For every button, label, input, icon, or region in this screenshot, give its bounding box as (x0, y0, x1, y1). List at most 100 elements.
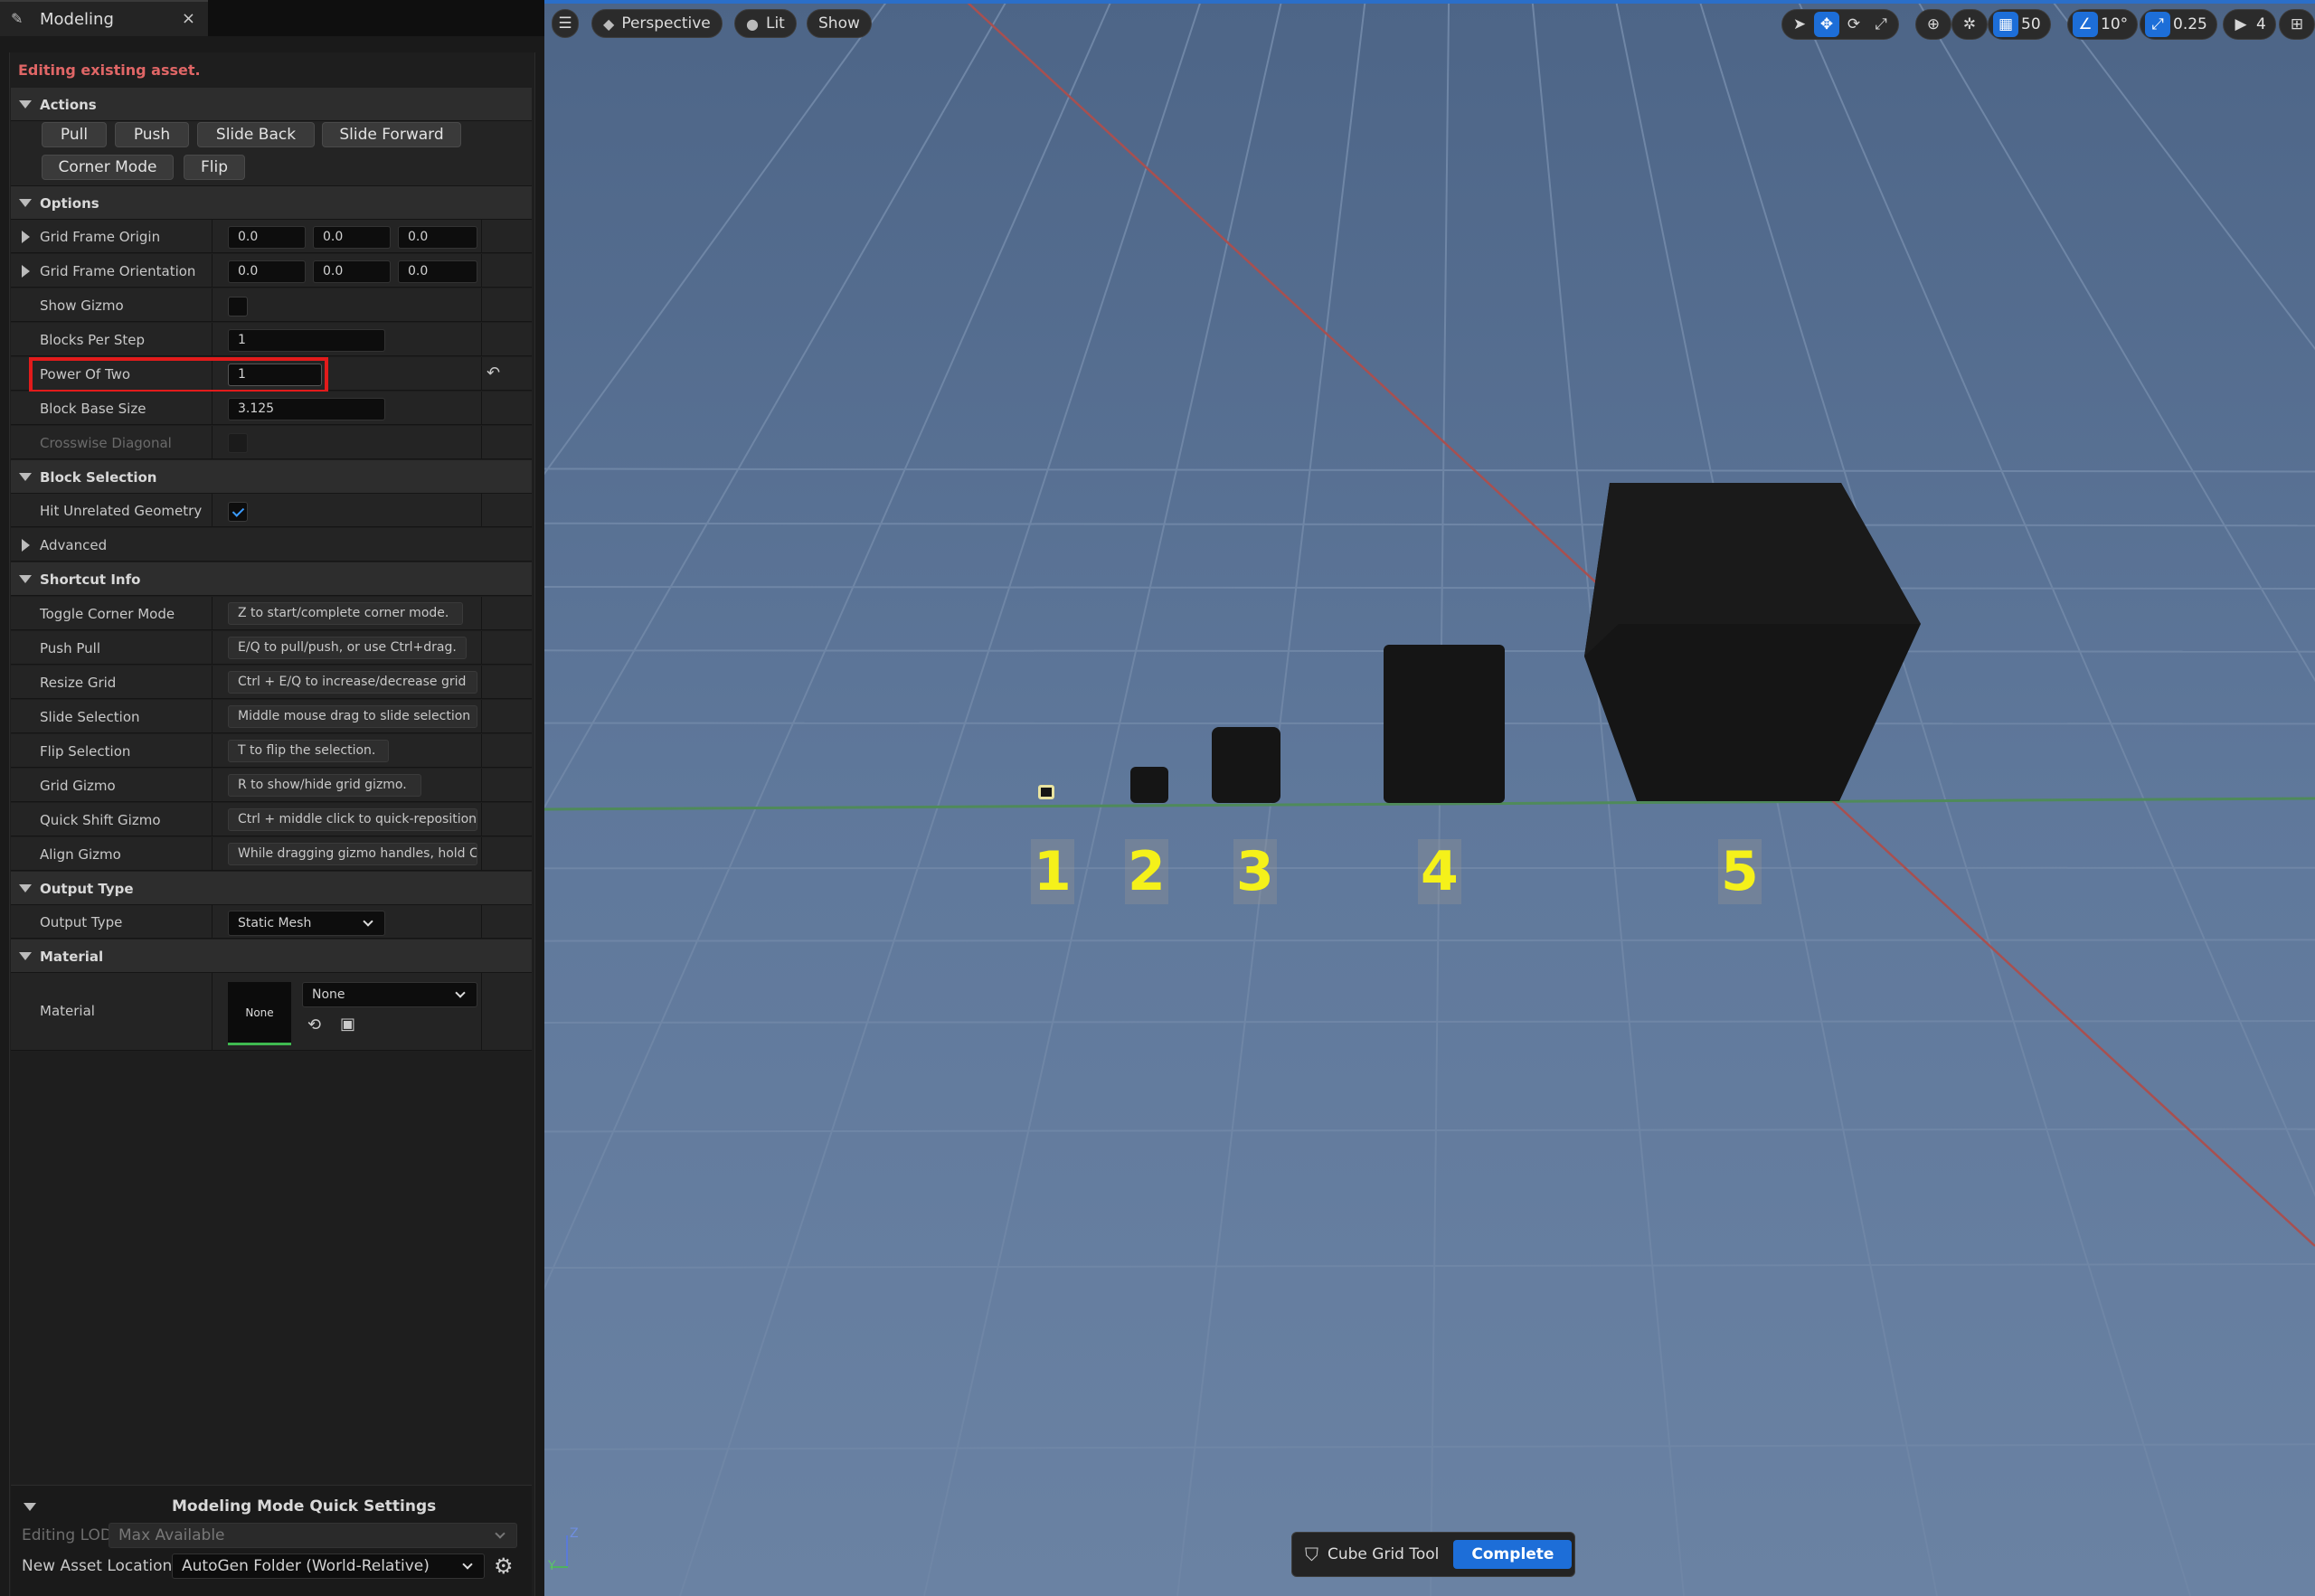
scale-snap-button[interactable]: ⤢ 0.25 (2140, 9, 2217, 40)
section-output-type[interactable]: Output Type (11, 872, 532, 905)
reset-to-default-icon[interactable]: ↶ (487, 364, 500, 382)
section-material[interactable]: Material (11, 940, 532, 973)
block-base-size-label: Block Base Size (40, 401, 146, 417)
close-icon[interactable]: × (182, 9, 195, 28)
shortcut-text: While dragging gizmo handles, hold Ctrl (228, 843, 477, 865)
shortcut-text: R to show/hide grid gizmo. (228, 774, 421, 797)
column-divider (481, 357, 482, 390)
column-divider (481, 392, 482, 424)
camera-icon: ▶ (2235, 15, 2247, 33)
browse-asset-icon[interactable]: ▣ (340, 1015, 355, 1034)
quick-settings-collapse-icon[interactable] (24, 1503, 36, 1511)
hit-unrelated-geometry-checkbox[interactable] (228, 502, 248, 522)
cube-2[interactable] (1130, 767, 1168, 803)
origin-x-field[interactable]: 0.0 (228, 226, 306, 249)
column-divider (481, 700, 482, 732)
column-divider (212, 905, 213, 938)
perspective-button[interactable]: ◆ Perspective (591, 9, 723, 38)
new-asset-location-dropdown[interactable]: AutoGen Folder (World-Relative) (172, 1554, 485, 1579)
push-button[interactable]: Push (115, 122, 189, 147)
output-type-value: Static Mesh (238, 916, 312, 930)
rotate-icon[interactable]: ⟳ (1841, 12, 1866, 37)
section-advanced[interactable]: Advanced (11, 528, 532, 562)
expand-icon[interactable] (22, 265, 30, 278)
cube-1[interactable] (1038, 785, 1054, 799)
column-divider (212, 254, 213, 287)
camera-speed-button[interactable]: ▶ 4 (2223, 9, 2276, 40)
crosswise-diagonal-label: Crosswise Diagonal (40, 435, 172, 451)
shortcut-label: Quick Shift Gizmo (40, 812, 161, 828)
hit-unrelated-geometry-label: Hit Unrelated Geometry (40, 503, 203, 519)
crosswise-diagonal-row: Crosswise Diagonal (11, 426, 532, 459)
layout-icon: ⊞ (2290, 15, 2304, 33)
column-divider (481, 631, 482, 664)
section-label: Options (40, 195, 99, 212)
slide-back-button[interactable]: Slide Back (197, 122, 315, 147)
collapse-icon (19, 473, 32, 481)
scale-icon[interactable]: ⤢ (1868, 12, 1894, 37)
slide-forward-button[interactable]: Slide Forward (322, 122, 461, 147)
gear-icon[interactable]: ⚙ (494, 1554, 514, 1579)
viewport-menu-button[interactable]: ☰ (552, 9, 579, 38)
coordinate-system-button[interactable]: ⊕ (1915, 9, 1951, 40)
column-divider (212, 666, 213, 698)
column-divider (481, 494, 482, 526)
modeling-tab[interactable]: ✎ Modeling × (0, 0, 208, 36)
column-divider (212, 803, 213, 836)
expand-icon (22, 539, 30, 552)
world-icon: ⊕ (1926, 15, 1941, 33)
flip-button[interactable]: Flip (184, 155, 245, 180)
column-divider (481, 288, 482, 321)
lit-button[interactable]: ● Lit (734, 9, 797, 38)
blocks-per-step-input[interactable]: 1 (228, 329, 385, 352)
show-gizmo-checkbox[interactable] (228, 297, 248, 316)
expand-icon[interactable] (22, 231, 30, 243)
new-asset-location-label: New Asset Location (22, 1557, 173, 1575)
cube-3[interactable] (1212, 727, 1280, 803)
surface-snap-button[interactable]: ✲ (1951, 9, 1988, 40)
orientation-z-field[interactable]: 0.0 (398, 260, 477, 283)
tab-bar: ✎ Modeling × (0, 0, 544, 36)
collapse-icon (19, 952, 32, 960)
material-dropdown[interactable]: None (302, 982, 477, 1007)
column-divider (212, 837, 213, 870)
section-shortcut-info[interactable]: Shortcut Info (11, 562, 532, 596)
block-base-size-input[interactable]: 3.125 (228, 398, 385, 420)
material-thumbnail[interactable]: None (228, 982, 291, 1045)
section-label: Material (40, 949, 104, 965)
highlight-box (29, 357, 328, 393)
collapse-icon (19, 575, 32, 583)
select-icon[interactable]: ➤ (1787, 12, 1812, 37)
orientation-y-field[interactable]: 0.0 (313, 260, 391, 283)
column-divider (212, 288, 213, 321)
section-label: Shortcut Info (40, 571, 141, 588)
cube-4[interactable] (1384, 645, 1505, 803)
section-options[interactable]: Options (11, 186, 532, 220)
show-button[interactable]: Show (807, 9, 872, 38)
column-divider (212, 973, 213, 1050)
shortcut-label: Grid Gizmo (40, 778, 116, 794)
column-divider (481, 837, 482, 870)
cube-5[interactable] (1581, 470, 1942, 805)
orientation-x-field[interactable]: 0.0 (228, 260, 306, 283)
chevron-down-icon (462, 1559, 473, 1570)
hamburger-icon: ☰ (558, 14, 572, 33)
corner-mode-button[interactable]: Corner Mode (42, 155, 174, 180)
column-divider (481, 803, 482, 836)
origin-z-field[interactable]: 0.0 (398, 226, 477, 249)
grid-snap-button[interactable]: ▦ 50 (1988, 9, 2051, 40)
grid-snap-icon: ▦ (1993, 12, 2018, 37)
origin-y-field[interactable]: 0.0 (313, 226, 391, 249)
translate-icon[interactable]: ✥ (1814, 12, 1839, 37)
collapse-icon (19, 100, 32, 109)
rotation-snap-button[interactable]: ∠ 10° (2067, 9, 2139, 40)
section-block-selection[interactable]: Block Selection (11, 460, 532, 494)
output-type-dropdown[interactable]: Static Mesh (228, 911, 385, 936)
layout-button[interactable]: ⊞ (2279, 9, 2315, 40)
use-selected-asset-icon[interactable]: ⟲ (307, 1015, 321, 1034)
viewport[interactable]: 1 2 3 4 5 ☰ ◆ Perspective ● Lit Show ➤ ✥… (544, 0, 2315, 1596)
editing-warning: Editing existing asset. (18, 61, 201, 79)
complete-button[interactable]: Complete (1453, 1540, 1573, 1569)
section-actions[interactable]: Actions (11, 88, 532, 121)
pull-button[interactable]: Pull (42, 122, 107, 147)
